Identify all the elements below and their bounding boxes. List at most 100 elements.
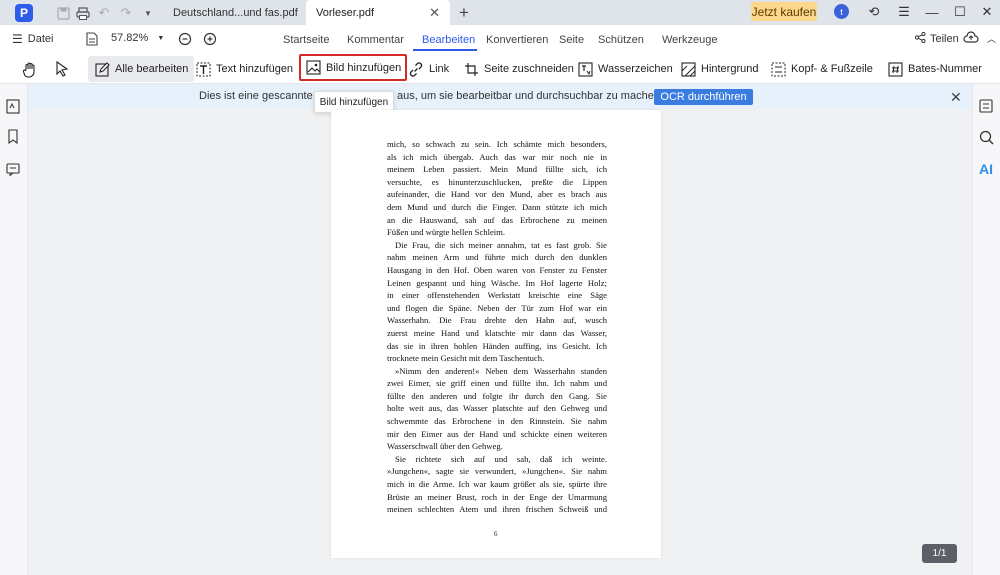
chevron-down-icon: ▼: [157, 34, 165, 42]
page-indicator[interactable]: 1/1: [922, 544, 957, 563]
help-icon[interactable]: ⟲: [865, 3, 883, 21]
tool-label: Kopf- & Fußzeile: [791, 63, 873, 75]
edit-icon: [94, 61, 110, 77]
print-icon[interactable]: [75, 5, 91, 21]
crop-page-button[interactable]: Seite zuschneiden: [463, 56, 574, 82]
add-image-button[interactable]: Bild hinzufügen: [299, 54, 408, 81]
bates-number-icon: [887, 61, 903, 77]
add-text-button[interactable]: Text hinzufügen: [195, 56, 293, 82]
tool-label: Alle bearbeiten: [115, 63, 189, 75]
background-button[interactable]: Hintergrund: [680, 56, 758, 82]
tool-label: Bild hinzufügen: [326, 61, 402, 74]
edit-all-button[interactable]: Alle bearbeiten: [88, 56, 195, 82]
text-line: mich in die Arme. Ich war kaum größer al…: [387, 479, 607, 490]
text-line: an die Hauswand, sah auf das Erbrochene …: [387, 214, 607, 225]
file-menu-label: Datei: [27, 33, 54, 45]
text-line: aufeinander, die Hand vor den Mund, aber…: [387, 189, 607, 200]
watermark-icon: [577, 61, 593, 77]
share-button[interactable]: Teilen: [914, 31, 959, 46]
text-line: Füßen und würgte hellen Schleim.: [387, 227, 505, 238]
cloud-upload-icon[interactable]: [963, 31, 979, 44]
tab-schuetzen[interactable]: Schützen: [598, 34, 644, 46]
tab-label: Vorleser.pdf: [316, 6, 375, 19]
new-tab-icon[interactable]: +: [459, 3, 469, 23]
tool-label: Hintergrund: [701, 63, 759, 75]
left-sidebar: [0, 84, 28, 575]
title-bar: P ↶ ↷ ▼ Deutschland...und fas.pdf Vorles…: [0, 0, 1000, 25]
tab-seite[interactable]: Seite: [559, 34, 584, 46]
share-icon: [914, 31, 926, 46]
header-footer-button[interactable]: Kopf- & Fußzeile: [770, 56, 873, 82]
tab-werkzeuge[interactable]: Werkzeuge: [662, 34, 717, 46]
redo-icon[interactable]: ↷: [118, 5, 134, 21]
undo-icon[interactable]: ↶: [96, 5, 112, 21]
select-cursor-icon[interactable]: [55, 56, 69, 82]
notice-text-start: Dies ist eine gescannte PD: [199, 90, 332, 102]
text-line: Wasserschwall über den Gehweg.: [387, 441, 503, 452]
menu-bar: ☰ Datei 57.82% ▼ Startseite Kommentar Be…: [0, 25, 1000, 53]
tool-label: Bates-Nummer: [908, 63, 982, 75]
text-line: Hausgang in den Hof. Oben waren von Fens…: [387, 264, 607, 275]
menu-icon[interactable]: ☰: [895, 3, 913, 21]
watermark-button[interactable]: Wasserzeichen: [577, 56, 673, 82]
image-icon: [305, 60, 321, 76]
bookmark-icon[interactable]: [5, 128, 21, 144]
search-icon[interactable]: [978, 129, 994, 145]
background-icon: [680, 61, 696, 77]
text-line: mich, so schwach zu sein. Ich schämte mi…: [387, 139, 607, 149]
link-button[interactable]: Link: [408, 56, 449, 82]
text-line: meinem Leben passiert. Mein Mund füllte …: [387, 164, 607, 175]
text-line: schwemmte das Erbrochene in den Rinnstei…: [387, 416, 607, 427]
bates-number-button[interactable]: Bates-Nummer: [887, 56, 982, 82]
text-line: zwei Eimer, sie griff einen und füllte i…: [387, 378, 607, 389]
tab-document-2[interactable]: Vorleser.pdf ✕: [306, 0, 450, 25]
text-line: mir den Eimer aus der Hand und schickte …: [387, 428, 607, 439]
active-tab-indicator: [413, 49, 477, 51]
text-line: »Nimm den anderen!« Neben dem Wasserhahn…: [395, 365, 607, 376]
zoom-out-icon[interactable]: [178, 32, 192, 46]
avatar[interactable]: t: [834, 4, 849, 19]
hand-tool-icon[interactable]: [22, 56, 38, 82]
text-line: Brüste an meiner Brust, roch in der Enge…: [387, 491, 607, 502]
tab-document-1[interactable]: Deutschland...und fas.pdf: [163, 0, 305, 25]
scanned-pdf-notice: Dies ist eine gescannte PD aus, um sie b…: [28, 84, 972, 109]
zoom-in-icon[interactable]: [203, 32, 217, 46]
collapse-ribbon-icon[interactable]: ︿: [987, 32, 996, 45]
comments-icon[interactable]: [5, 161, 21, 177]
maximize-icon[interactable]: ☐: [951, 3, 969, 21]
tab-kommentar[interactable]: Kommentar: [347, 34, 404, 46]
tab-startseite[interactable]: Startseite: [283, 34, 329, 46]
zoom-value: 57.82%: [111, 32, 149, 44]
text-line: in einer offenstehenden Werkstatt kreisc…: [387, 290, 607, 301]
share-label: Teilen: [930, 33, 959, 45]
text-line: Sie richtete sich auf und sah, daß ich w…: [395, 453, 607, 464]
close-window-icon[interactable]: ✕: [978, 3, 996, 21]
text-line: »Jungchen«, sagte sie verwundert, »Jungc…: [387, 466, 607, 477]
save-icon[interactable]: [55, 5, 71, 21]
file-menu[interactable]: ☰ Datei: [12, 32, 53, 46]
pdf-editor-window: P ↶ ↷ ▼ Deutschland...und fas.pdf Vorles…: [0, 0, 1000, 575]
text-line: füllte den anderen und folgte ihr durch …: [387, 390, 607, 401]
close-tab-icon[interactable]: ✕: [429, 5, 440, 21]
document-page: mich, so schwach zu sein. Ich schämte mi…: [331, 110, 661, 558]
header-footer-icon: [770, 61, 786, 77]
properties-icon[interactable]: [978, 98, 994, 114]
zoom-select[interactable]: 57.82% ▼: [111, 32, 164, 44]
page-number: 6: [494, 530, 498, 538]
ai-assistant-icon[interactable]: AI: [978, 161, 994, 177]
minimize-icon[interactable]: —: [923, 3, 941, 21]
app-logo-icon[interactable]: P: [15, 4, 33, 22]
tab-konvertieren[interactable]: Konvertieren: [486, 34, 548, 46]
page-text: mich, so schwach zu sein. Ich schämte mi…: [387, 138, 607, 516]
ocr-button[interactable]: OCR durchführen: [654, 89, 753, 105]
buy-now-button[interactable]: Jetzt kaufen: [751, 2, 817, 21]
text-line: und flogen die Späne. Neben der Tür zum …: [387, 302, 607, 313]
link-icon: [408, 61, 424, 77]
thumbnails-icon[interactable]: [5, 98, 21, 114]
page-view-icon[interactable]: [86, 32, 98, 46]
quick-access-dropdown-icon[interactable]: ▼: [140, 5, 156, 21]
tab-bearbeiten[interactable]: Bearbeiten: [422, 34, 475, 46]
close-notice-icon[interactable]: ✕: [950, 89, 962, 106]
text-line: holte weit aus, das Wasser platschte auf…: [387, 403, 607, 414]
text-line: Leinen gespannt und hing Wäsche. Im Hof …: [387, 277, 607, 288]
